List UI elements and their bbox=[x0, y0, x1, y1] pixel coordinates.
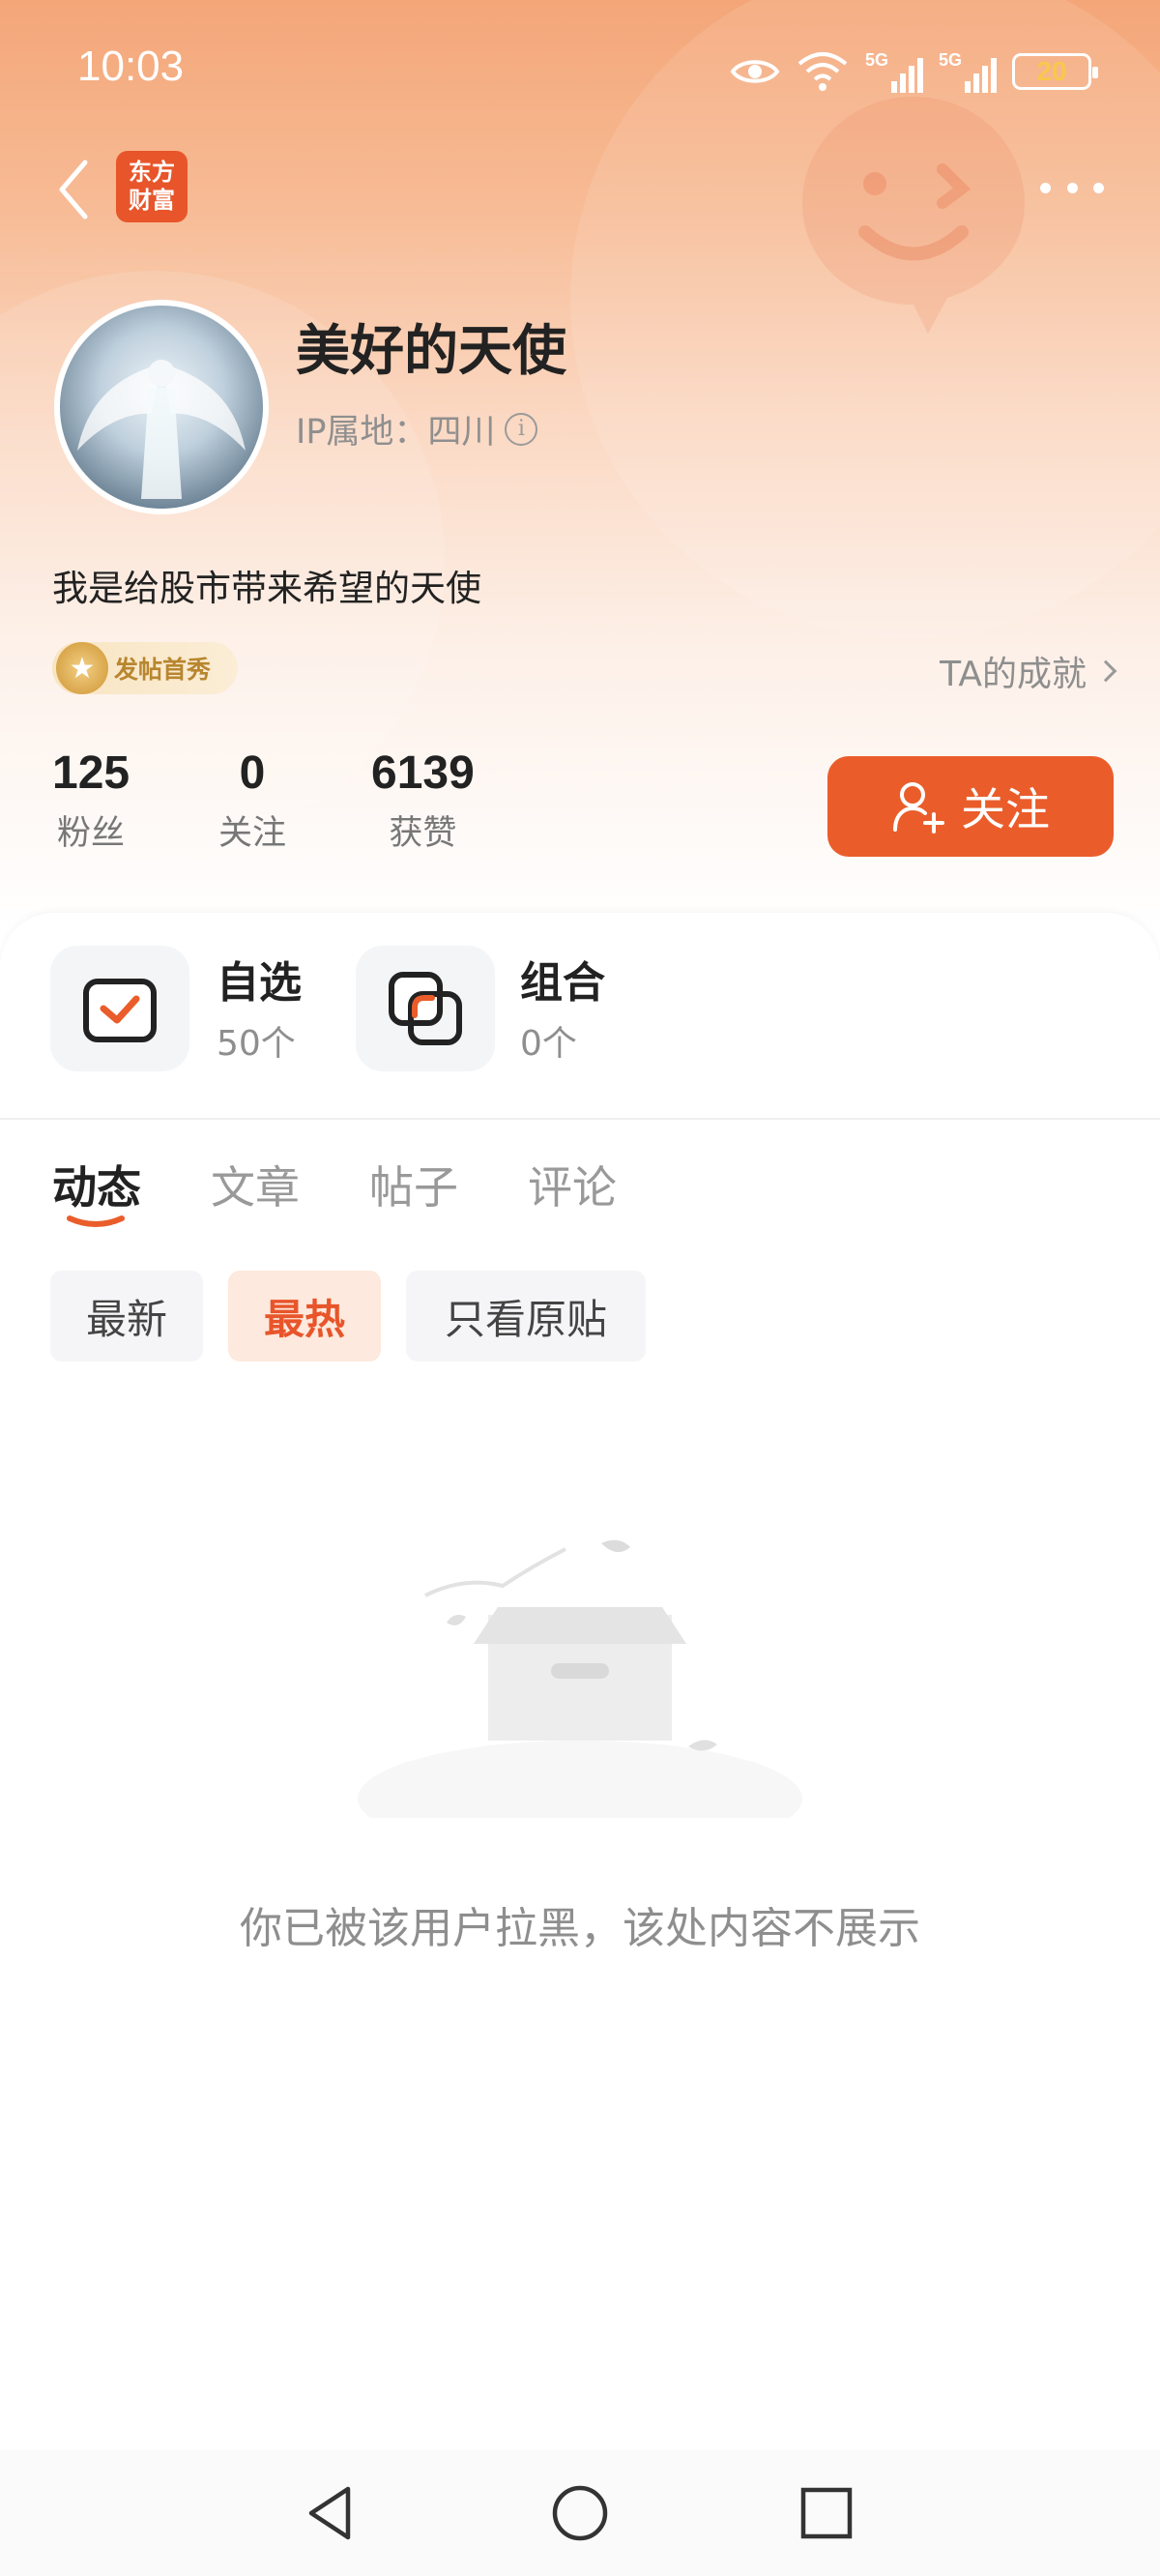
portfolio-icon bbox=[389, 972, 462, 1045]
battery-icon: 20 bbox=[1012, 53, 1099, 90]
divider bbox=[0, 1118, 1160, 1120]
info-icon[interactable]: i bbox=[505, 412, 538, 446]
stat-likes[interactable]: 6139 获赞 bbox=[371, 746, 475, 855]
network-type-label: 5G bbox=[939, 50, 963, 70]
achievements-link[interactable]: TA的成就 bbox=[940, 646, 1117, 696]
dot-icon bbox=[1066, 182, 1078, 193]
stat-value: 125 bbox=[52, 747, 130, 799]
portfolio-count: 0个 bbox=[520, 1024, 577, 1064]
status-icons: 5G 5G 20 bbox=[730, 43, 1099, 101]
ip-location: IP属地：四川 bbox=[296, 413, 496, 452]
back-arrow-icon[interactable] bbox=[50, 153, 99, 226]
tab-articles[interactable]: 文章 bbox=[211, 1153, 300, 1216]
tab-dynamics[interactable]: 动态 bbox=[52, 1153, 141, 1216]
watchlist-title[interactable]: 自选 bbox=[217, 948, 302, 1010]
status-time: 10:03 bbox=[77, 43, 185, 90]
follow-button[interactable]: 关注 bbox=[827, 756, 1114, 857]
chevron-right-icon bbox=[1094, 659, 1117, 683]
eye-icon bbox=[730, 60, 780, 83]
follow-button-label: 关注 bbox=[961, 783, 1050, 835]
active-tab-indicator bbox=[67, 1215, 125, 1227]
stat-following[interactable]: 0 关注 bbox=[218, 746, 286, 855]
stat-label: 获赞 bbox=[389, 814, 457, 853]
portfolio-icon-tile[interactable] bbox=[356, 946, 495, 1071]
stat-value: 0 bbox=[239, 747, 266, 799]
ip-location-row: IP属地：四川 i bbox=[296, 404, 538, 454]
status-bar: 10:03 5G 5G 20 bbox=[0, 0, 1160, 145]
stat-fans[interactable]: 125 粉丝 bbox=[52, 746, 130, 855]
username: 美好的天使 bbox=[296, 320, 566, 383]
tab-comments[interactable]: 评论 bbox=[528, 1153, 617, 1216]
home-circle-icon[interactable] bbox=[548, 2481, 612, 2545]
signal-5g-icon: 5G bbox=[865, 50, 924, 93]
empty-state-message: 你已被该用户拉黑，该处内容不展示 bbox=[240, 1904, 920, 1953]
add-user-icon bbox=[893, 782, 944, 834]
angel-avatar-image bbox=[77, 360, 246, 499]
recents-square-icon[interactable] bbox=[795, 2481, 858, 2545]
avatar[interactable] bbox=[54, 300, 269, 514]
app-logo[interactable]: 东方财富 bbox=[116, 151, 188, 222]
battery-level: 20 bbox=[1036, 56, 1067, 86]
dot-icon bbox=[1040, 182, 1051, 193]
stat-label: 粉丝 bbox=[57, 814, 126, 853]
signal-5g-icon: 5G bbox=[939, 50, 998, 93]
badge-label: 发帖首秀 bbox=[114, 656, 212, 684]
user-bio: 我是给股市带来希望的天使 bbox=[52, 568, 481, 609]
network-type-label: 5G bbox=[865, 50, 889, 70]
watchlist-count: 50个 bbox=[217, 1024, 296, 1064]
back-triangle-icon[interactable] bbox=[300, 2481, 363, 2545]
portfolio-title[interactable]: 组合 bbox=[520, 948, 605, 1010]
filter-hottest[interactable]: 最热 bbox=[228, 1271, 381, 1361]
more-options-button[interactable] bbox=[1040, 170, 1104, 205]
system-navigation-bar bbox=[0, 2450, 1160, 2576]
filter-original-only[interactable]: 只看原贴 bbox=[406, 1271, 646, 1361]
filter-newest[interactable]: 最新 bbox=[50, 1271, 203, 1361]
achievement-badge[interactable]: ★ 发帖首秀 bbox=[52, 642, 238, 694]
tab-posts[interactable]: 帖子 bbox=[369, 1153, 458, 1216]
medal-icon: ★ bbox=[56, 642, 108, 694]
achievements-label: TA的成就 bbox=[940, 655, 1087, 694]
stat-label: 关注 bbox=[218, 814, 287, 853]
empty-box-illustration bbox=[358, 1539, 802, 1818]
checkbox-icon bbox=[83, 979, 157, 1042]
stat-value: 6139 bbox=[371, 747, 475, 799]
watchlist-icon-tile[interactable] bbox=[50, 946, 189, 1071]
dot-icon bbox=[1093, 182, 1104, 193]
logo-text: 东方财富 bbox=[129, 159, 175, 214]
wifi-icon bbox=[798, 52, 848, 91]
